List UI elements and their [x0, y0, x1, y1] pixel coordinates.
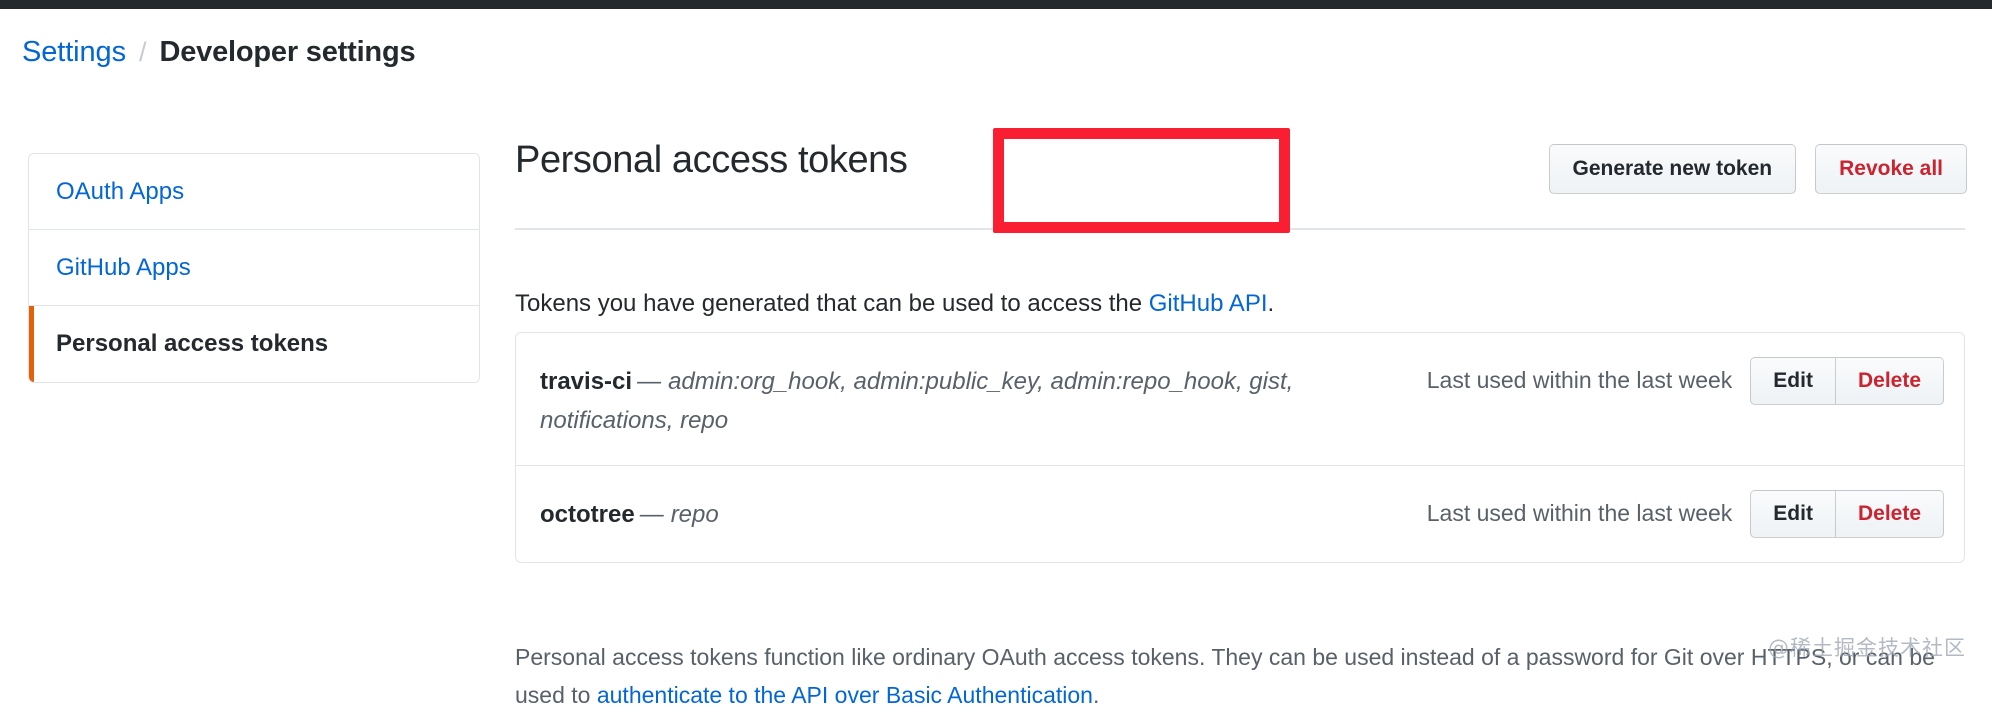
token-info: octotree — repo	[540, 490, 1427, 535]
breadcrumb-current: Developer settings	[159, 36, 416, 68]
token-dash: —	[639, 500, 664, 528]
token-last-used: Last used within the last week	[1426, 367, 1733, 393]
page-title: Personal access tokens	[515, 139, 908, 181]
token-last-used: Last used within the last week	[1426, 499, 1733, 526]
breadcrumb-separator: /	[139, 37, 147, 67]
edit-token-button[interactable]: Edit	[1750, 489, 1836, 538]
sidebar-item-label: GitHub Apps	[56, 253, 191, 281]
token-dash: —	[637, 368, 662, 395]
sidebar-item-oauth-apps[interactable]: OAuth Apps	[29, 154, 479, 230]
token-description: travis-ci — admin:org_hook, admin:public_k…	[540, 363, 1409, 441]
footer-note: Personal access tokens function like ord…	[515, 639, 1985, 715]
sidebar-item-github-apps[interactable]: GitHub Apps	[29, 230, 479, 306]
header-divider	[515, 228, 1965, 230]
token-name: travis-ci	[540, 368, 633, 395]
header-actions: Generate new token Revoke all	[1548, 144, 1967, 194]
breadcrumb: Settings / Developer settings	[22, 36, 416, 69]
sidebar-item-label: Personal access tokens	[56, 330, 329, 357]
intro-text-before: Tokens you have generated that can be us…	[515, 290, 1149, 317]
basic-authentication-link[interactable]: authenticate to the API over Basic Authe…	[597, 682, 1093, 708]
settings-page: Settings / Developer settings OAuth Apps…	[0, 0, 1992, 708]
breadcrumb-settings-link[interactable]: Settings	[22, 36, 126, 69]
token-list: travis-ci — admin:org_hook, admin:public_k…	[515, 332, 1965, 563]
table-row: octotree — repo Last used within the last …	[516, 466, 1964, 562]
token-actions: Edit Delete	[1750, 489, 1944, 538]
main-content: Personal access tokens Generate new toke…	[515, 0, 1967, 708]
token-description: octotree — repo	[540, 496, 1409, 535]
developer-settings-sidebar: OAuth Apps GitHub Apps Personal access t…	[28, 153, 480, 383]
sidebar-item-label: OAuth Apps	[56, 177, 185, 205]
intro-text-after: .	[1267, 290, 1275, 317]
content-header: Personal access tokens Generate new toke…	[515, 0, 1967, 230]
revoke-all-button[interactable]: Revoke all	[1815, 144, 1967, 194]
edit-token-button[interactable]: Edit	[1750, 357, 1836, 405]
delete-token-button[interactable]: Delete	[1835, 357, 1944, 405]
intro-text: Tokens you have generated that can be us…	[515, 288, 1274, 320]
footer-note-line1: Personal access tokens function like ord…	[515, 644, 1833, 670]
table-row: travis-ci — admin:org_hook, admin:public_k…	[516, 333, 1964, 466]
token-info: travis-ci — admin:org_hook, admin:public_k…	[540, 357, 1427, 441]
generate-new-token-button[interactable]: Generate new token	[1548, 144, 1797, 194]
token-scopes: repo	[670, 500, 719, 528]
token-name: octotree	[540, 500, 635, 528]
sidebar-item-personal-access-tokens[interactable]: Personal access tokens	[29, 306, 479, 382]
footer-note-line2-after: .	[1092, 681, 1100, 708]
delete-token-button[interactable]: Delete	[1835, 489, 1944, 538]
github-api-link[interactable]: GitHub API	[1149, 290, 1268, 317]
token-actions: Edit Delete	[1750, 357, 1944, 405]
